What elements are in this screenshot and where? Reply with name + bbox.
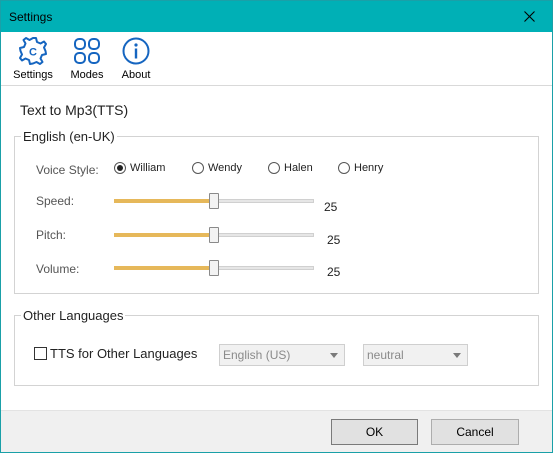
chevron-down-icon	[330, 353, 338, 358]
slider-thumb[interactable]	[209, 227, 219, 243]
english-group-title: English (en-UK)	[21, 129, 117, 144]
voice-henry-label: Henry	[354, 162, 384, 174]
gear-icon: C	[19, 37, 47, 65]
voice-william-label: William	[130, 162, 166, 174]
svg-text:C: C	[29, 47, 37, 59]
radio-button-wendy[interactable]	[192, 162, 204, 174]
window-title: Settings	[9, 10, 53, 24]
slider-thumb[interactable]	[209, 193, 219, 209]
cancel-button[interactable]: Cancel	[431, 419, 519, 445]
pitch-slider[interactable]	[114, 226, 316, 244]
voice-style-select[interactable]: neutral	[363, 344, 468, 366]
toolbar-modes-label: Modes	[70, 69, 104, 81]
language-select[interactable]: English (US)	[219, 344, 345, 366]
title-bar[interactable]: Settings	[1, 1, 552, 32]
language-select-value: English (US)	[223, 348, 291, 362]
radio-button-henry[interactable]	[338, 162, 350, 174]
slider-fill	[114, 199, 214, 203]
toolbar-modes-button[interactable]: Modes	[66, 36, 108, 84]
voice-halen-label: Halen	[284, 162, 313, 174]
speed-slider[interactable]	[114, 192, 316, 210]
grid-icon	[74, 38, 100, 64]
toolbar-settings-label: Settings	[13, 69, 53, 81]
voice-radio-henry[interactable]: Henry	[338, 162, 383, 174]
chevron-down-icon	[453, 353, 461, 358]
tts-other-languages-checkbox[interactable]: TTS for Other Languages	[34, 346, 197, 361]
voice-wendy-label: Wendy	[208, 162, 243, 174]
settings-dialog: Settings C Settings Modes About Text to …	[0, 0, 553, 453]
volume-slider[interactable]	[114, 259, 316, 277]
page-title: Text to Mp3(TTS)	[20, 102, 129, 118]
slider-thumb[interactable]	[209, 260, 219, 276]
close-button[interactable]	[506, 1, 552, 32]
dialog-footer: OK Cancel	[1, 410, 552, 452]
volume-label: Volume:	[36, 262, 80, 276]
pitch-label: Pitch:	[36, 228, 67, 242]
other-languages-title: Other Languages	[21, 308, 126, 323]
slider-fill	[114, 266, 214, 270]
speed-value: 25	[324, 200, 338, 214]
tts-other-languages-label: TTS for Other Languages	[50, 346, 198, 361]
voice-style-label: Voice Style:	[36, 163, 99, 177]
toolbar: C Settings Modes About	[1, 32, 552, 86]
slider-fill	[114, 233, 214, 237]
voice-radio-william[interactable]: William	[114, 162, 165, 174]
voice-radio-wendy[interactable]: Wendy	[192, 162, 242, 174]
voice-style-select-value: neutral	[367, 348, 404, 362]
close-icon	[523, 11, 535, 22]
toolbar-settings-button[interactable]: C Settings	[10, 36, 56, 84]
pitch-value: 25	[327, 233, 341, 247]
toolbar-about-label: About	[121, 69, 151, 81]
speed-label: Speed:	[36, 194, 75, 208]
radio-button-william[interactable]	[114, 162, 126, 174]
info-icon	[122, 37, 150, 65]
radio-button-halen[interactable]	[268, 162, 280, 174]
toolbar-about-button[interactable]: About	[117, 36, 155, 84]
voice-radio-halen[interactable]: Halen	[268, 162, 313, 174]
ok-button[interactable]: OK	[331, 419, 418, 445]
checkbox-box[interactable]	[34, 347, 47, 360]
volume-value: 25	[327, 265, 341, 279]
